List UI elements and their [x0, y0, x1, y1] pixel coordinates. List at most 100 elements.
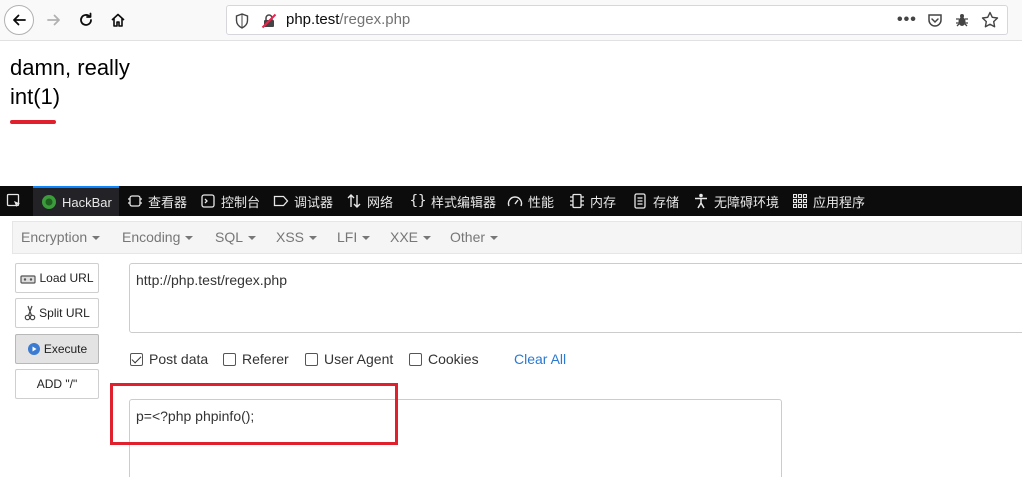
- tab-storage[interactable]: 存储: [632, 186, 679, 216]
- insecure-lock-icon[interactable]: [261, 13, 277, 34]
- network-arrows-icon: [346, 193, 362, 209]
- checkbox-icon[interactable]: [305, 352, 318, 366]
- caret-down-icon: [490, 236, 499, 241]
- shield-icon[interactable]: [235, 13, 249, 34]
- forward-button[interactable]: [39, 5, 69, 35]
- caret-down-icon: [309, 236, 318, 241]
- address-bar[interactable]: php.test/regex.php •••: [226, 5, 1008, 35]
- menu-label: Encryption: [21, 229, 88, 245]
- pocket-icon[interactable]: [927, 12, 943, 33]
- button-label: Execute: [43, 342, 88, 356]
- braces-icon: {}: [409, 193, 427, 209]
- tab-inspector[interactable]: 查看器: [127, 186, 187, 216]
- hackbar-icon: [41, 194, 57, 210]
- output-line-1: damn, really: [10, 55, 130, 80]
- checkbox-icon[interactable]: [223, 352, 236, 366]
- url-text[interactable]: php.test/regex.php: [286, 11, 410, 29]
- tab-label: 网络: [367, 194, 394, 210]
- arrow-right-icon: [47, 14, 60, 26]
- reload-button[interactable]: [71, 5, 101, 35]
- tab-console[interactable]: 控制台: [200, 186, 260, 216]
- reload-icon: [80, 12, 92, 26]
- devtools-tabbar: HackBar 查看器 控制台 调试器 网络 {} 样式编辑器 性能 内存 存储…: [0, 186, 1022, 216]
- menu-encryption[interactable]: Encryption: [21, 229, 101, 245]
- output-line-2: int(1): [10, 84, 61, 109]
- tab-label: 无障碍环境: [714, 194, 780, 210]
- tab-hackbar[interactable]: HackBar: [33, 186, 119, 216]
- star-icon[interactable]: [981, 11, 999, 34]
- arrow-left-icon: [13, 14, 26, 26]
- tab-accessibility[interactable]: 无障碍环境: [693, 186, 779, 216]
- checkbox-label: Post data: [149, 351, 209, 367]
- tab-label: 控制台: [221, 194, 261, 210]
- tab-label: 查看器: [148, 194, 188, 210]
- menu-label: SQL: [215, 229, 244, 245]
- storage-icon: [632, 193, 648, 209]
- menu-xxe[interactable]: XXE: [390, 229, 432, 245]
- accessibility-icon: [693, 193, 709, 209]
- browser-toolbar: php.test/regex.php •••: [0, 0, 1022, 41]
- tab-label: 性能: [528, 194, 555, 210]
- debugger-icon: [273, 193, 289, 209]
- tab-label: 样式编辑器: [431, 194, 497, 210]
- picker-icon: [6, 193, 22, 209]
- tab-label: HackBar: [62, 194, 112, 210]
- url-host: php.test: [286, 11, 340, 28]
- tab-style-editor[interactable]: {} 样式编辑器: [410, 186, 496, 216]
- checkbox-label: User Agent: [324, 351, 394, 367]
- menu-label: Encoding: [122, 229, 181, 245]
- tab-label: 内存: [590, 194, 617, 210]
- url-textarea[interactable]: http://php.test/regex.php: [129, 263, 1022, 333]
- url-value: http://php.test/regex.php: [136, 272, 287, 288]
- button-label: Split URL: [39, 306, 90, 320]
- tab-label: 存储: [653, 194, 680, 210]
- memory-chip-icon: [569, 193, 585, 209]
- tab-performance[interactable]: 性能: [507, 186, 554, 216]
- tab-memory[interactable]: 内存: [569, 186, 616, 216]
- checkbox-cookies[interactable]: Cookies: [409, 351, 479, 367]
- more-actions-icon[interactable]: •••: [897, 12, 917, 28]
- tab-label: 调试器: [294, 194, 334, 210]
- gauge-icon: [507, 193, 523, 209]
- caret-down-icon: [92, 236, 101, 241]
- checkbox-post-data[interactable]: Post data: [130, 351, 208, 367]
- button-label: ADD "/": [36, 377, 78, 391]
- console-icon: [200, 193, 216, 209]
- split-url-button[interactable]: Split URL: [15, 298, 99, 328]
- button-label: Load URL: [39, 271, 94, 285]
- menu-lfi[interactable]: LFI: [337, 229, 371, 245]
- home-icon: [111, 13, 125, 27]
- menu-label: LFI: [337, 229, 358, 245]
- hackbar-menu: Encryption Encoding SQL XSS LFI XXE Othe…: [12, 221, 1022, 254]
- back-button[interactable]: [4, 5, 34, 35]
- element-picker-button[interactable]: [6, 186, 27, 216]
- checkbox-label: Cookies: [428, 351, 479, 367]
- tab-debugger[interactable]: 调试器: [273, 186, 333, 216]
- menu-encoding[interactable]: Encoding: [122, 229, 194, 245]
- caret-down-icon: [248, 236, 257, 241]
- checkbox-icon[interactable]: [409, 352, 422, 366]
- caret-down-icon: [185, 236, 194, 241]
- url-path: /regex.php: [339, 11, 411, 28]
- tab-application[interactable]: 应用程序: [792, 186, 865, 216]
- clear-all-link[interactable]: Clear All: [514, 351, 566, 367]
- checkbox-checked-icon[interactable]: [130, 352, 143, 366]
- checkbox-label: Referer: [242, 351, 289, 367]
- checkbox-user-agent[interactable]: User Agent: [305, 351, 393, 367]
- menu-other[interactable]: Other: [450, 229, 499, 245]
- add-slash-button[interactable]: ADD "/": [15, 369, 99, 399]
- checkbox-referer[interactable]: Referer: [223, 351, 289, 367]
- menu-xss[interactable]: XSS: [276, 229, 318, 245]
- red-highlight-box: [110, 383, 398, 445]
- menu-label: Other: [450, 229, 486, 245]
- load-url-button[interactable]: Load URL: [15, 263, 99, 293]
- caret-down-icon: [362, 236, 371, 241]
- bug-icon[interactable]: [954, 12, 970, 33]
- execute-button[interactable]: Execute: [15, 334, 99, 364]
- caret-down-icon: [423, 236, 432, 241]
- home-button[interactable]: [103, 5, 133, 35]
- menu-label: XXE: [390, 229, 419, 245]
- tab-network[interactable]: 网络: [346, 186, 393, 216]
- play-icon: [27, 342, 41, 356]
- menu-sql[interactable]: SQL: [215, 229, 257, 245]
